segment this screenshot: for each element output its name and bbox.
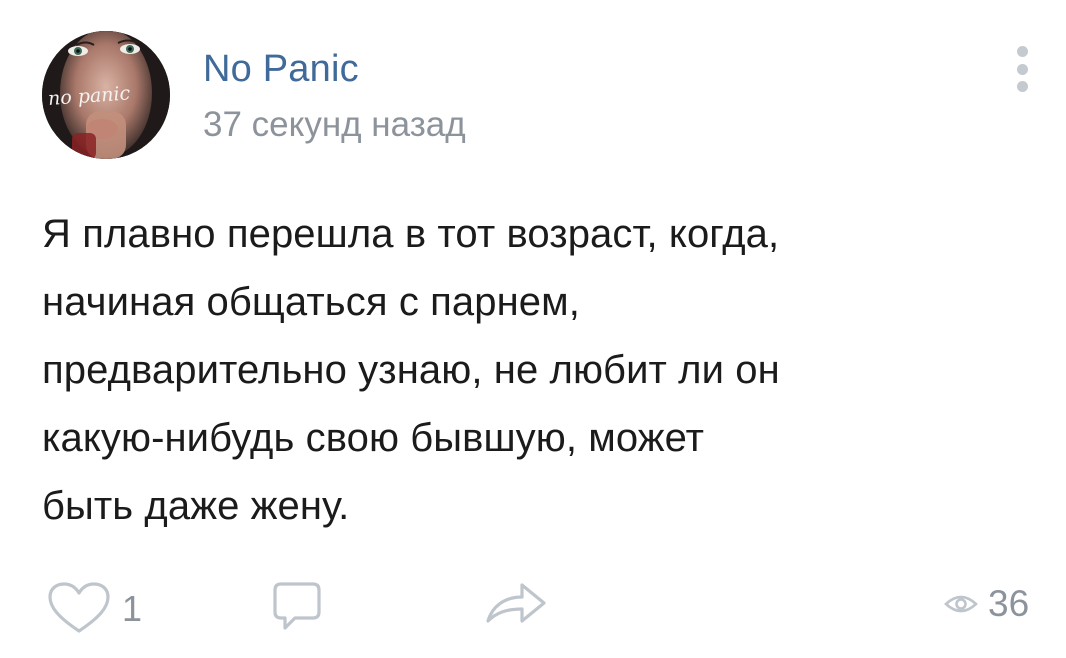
heart-icon	[46, 581, 112, 637]
post-text-line: быть даже жену.	[42, 484, 350, 528]
post-text: Я плавно перешла в тот возраст, когда, н…	[42, 200, 1032, 540]
more-vertical-icon-dot	[1016, 81, 1028, 92]
share-icon	[482, 577, 550, 629]
post-text-line: Я плавно перешла в тот возраст, когда,	[42, 212, 780, 256]
avatar-image: no panic	[42, 31, 170, 159]
more-vertical-icon	[1016, 46, 1028, 57]
post-card: no panic No Panic 37 секунд назад Я плав…	[0, 0, 1066, 658]
author-avatar[interactable]: no panic	[42, 31, 170, 159]
comment-icon	[269, 578, 325, 634]
views-counter: 36	[944, 582, 1029, 626]
like-button[interactable]: 1	[46, 581, 142, 637]
post-text-line: предварительно узнаю, не любит ли он	[42, 348, 780, 392]
post-text-line: какую-нибудь свою бывшую, может	[42, 416, 705, 460]
eye-icon	[944, 592, 978, 616]
post-text-line: начиная общаться с парнем,	[42, 280, 580, 324]
post-timestamp: 37 секунд назад	[203, 105, 466, 144]
more-vertical-icon-dot	[1016, 63, 1028, 75]
author-name[interactable]: No Panic	[203, 46, 359, 92]
share-button[interactable]	[482, 577, 550, 629]
comment-button[interactable]	[269, 578, 325, 634]
more-options-button[interactable]	[1004, 42, 1040, 96]
views-count: 36	[988, 583, 1030, 624]
like-count: 1	[122, 588, 143, 629]
